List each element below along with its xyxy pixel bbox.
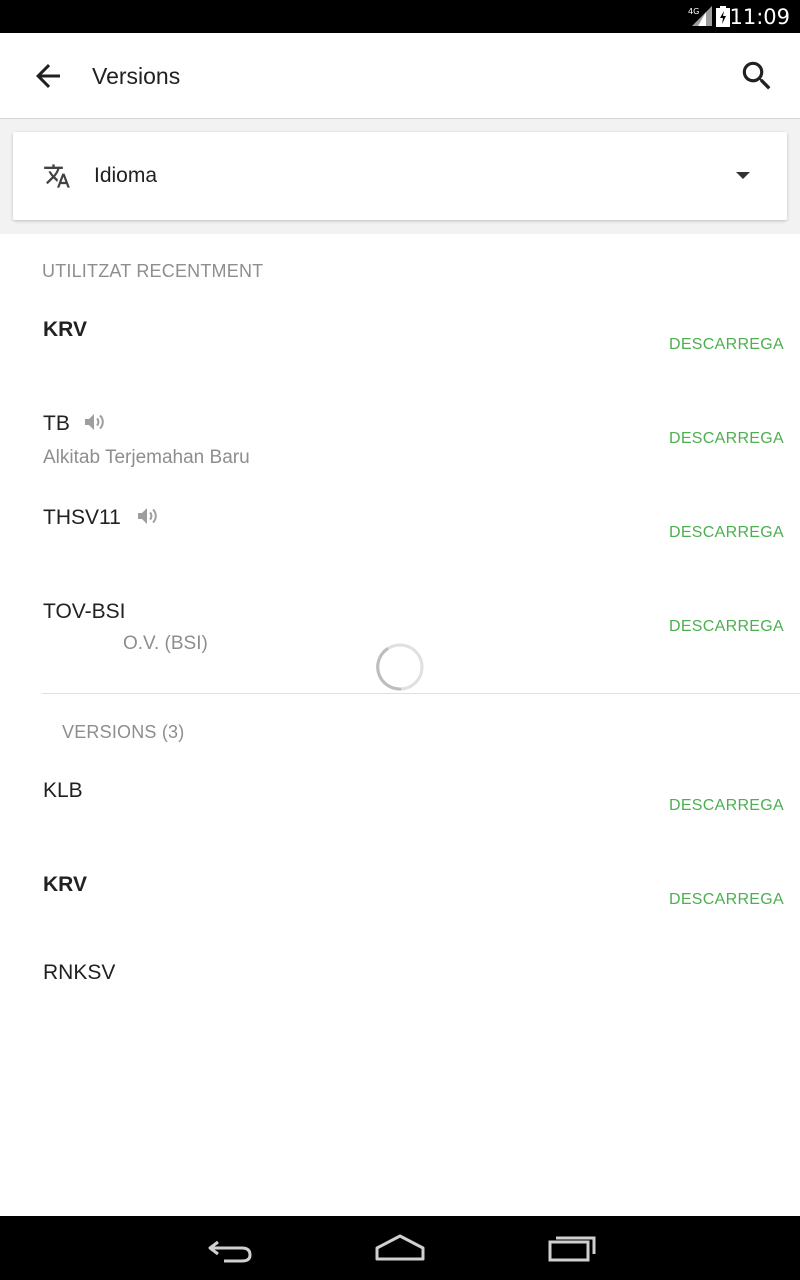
- status-bar: 4G 11:09: [0, 0, 800, 33]
- language-filter-area: Idioma: [0, 119, 800, 234]
- download-button[interactable]: DESCARREGA: [669, 336, 784, 354]
- version-full-name: Alkitab Terjemahan Baru: [43, 447, 250, 468]
- version-row-recent-tb[interactable]: TB Alkitab Terjemahan Baru DESCARREGA: [0, 394, 800, 488]
- versions-section-header: VERSIONS (3): [62, 722, 185, 742]
- version-row-rnksv[interactable]: RNKSV: [0, 949, 800, 1009]
- version-row-recent-thsv11[interactable]: THSV11 DESCARREGA: [0, 488, 800, 582]
- section-divider: [42, 693, 800, 694]
- status-time: 11:09: [729, 5, 790, 29]
- arrow-back-icon[interactable]: [30, 58, 66, 94]
- version-row-recent-krv[interactable]: KRV DESCARREGA: [0, 300, 800, 394]
- version-abbrev: KLB: [43, 779, 83, 802]
- system-nav-bar: [0, 1216, 800, 1280]
- version-full-name: O.V. (BSI): [123, 633, 208, 654]
- version-row-krv[interactable]: KRV DESCARREGA: [0, 855, 800, 949]
- version-abbrev: THSV11: [43, 506, 121, 529]
- version-row-klb[interactable]: KLB DESCARREGA: [0, 761, 800, 855]
- download-button[interactable]: DESCARREGA: [669, 891, 784, 909]
- version-abbrev: KRV: [43, 318, 87, 341]
- nav-home-icon[interactable]: [374, 1230, 426, 1266]
- download-button[interactable]: DESCARREGA: [669, 524, 784, 542]
- download-button[interactable]: DESCARREGA: [669, 618, 784, 636]
- cell-signal-icon: 4G: [688, 6, 712, 26]
- translate-icon: [44, 164, 70, 188]
- version-abbrev: RNKSV: [43, 961, 116, 984]
- download-button[interactable]: DESCARREGA: [669, 430, 784, 448]
- version-abbrev: TB: [43, 412, 70, 435]
- page-title: Versions: [92, 63, 181, 89]
- language-dropdown[interactable]: Idioma: [13, 132, 787, 220]
- app-toolbar: Versions: [0, 33, 800, 119]
- nav-recents-icon[interactable]: [546, 1230, 598, 1266]
- loading-spinner-icon: [376, 643, 424, 691]
- version-abbrev: TOV-BSI: [43, 600, 126, 623]
- network-type-label: 4G: [688, 7, 699, 16]
- audio-speaker-icon: [138, 508, 157, 524]
- version-abbrev: KRV: [43, 873, 87, 896]
- download-button[interactable]: DESCARREGA: [669, 797, 784, 815]
- nav-back-icon[interactable]: [204, 1230, 256, 1266]
- language-label: Idioma: [94, 164, 158, 187]
- audio-speaker-icon: [85, 414, 104, 430]
- search-icon[interactable]: [738, 57, 776, 95]
- recent-section-header: UTILITZAT RECENTMENT: [42, 261, 264, 281]
- arrow-drop-down-icon: [736, 172, 750, 179]
- battery-icon: [716, 6, 730, 27]
